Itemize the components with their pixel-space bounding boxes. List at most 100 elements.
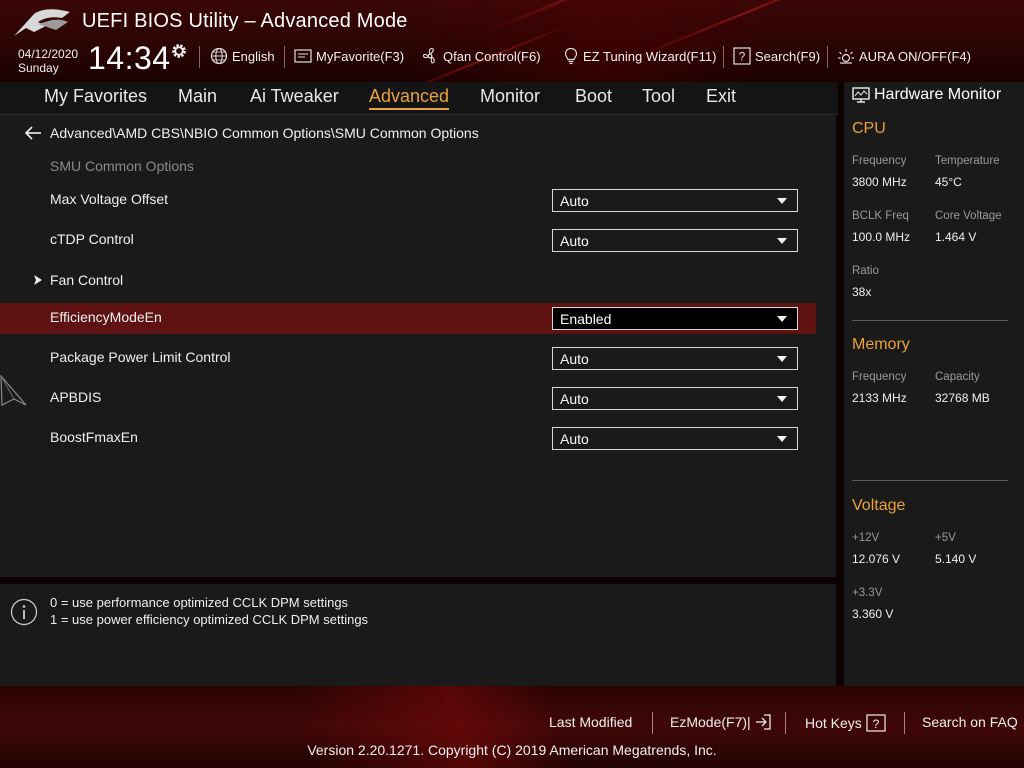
v12-label: +12V	[852, 532, 880, 544]
boostfmaxen-select[interactable]: Auto	[552, 427, 798, 450]
cpu-temperature-label: Temperature	[935, 155, 1000, 167]
search-label: Search(F9)	[755, 48, 821, 64]
help-text-line: 1 = use power efficiency optimized CCLK …	[50, 612, 369, 627]
svg-text:?: ?	[872, 717, 879, 731]
footer-divider	[904, 712, 905, 734]
bclk-value: 100.0 MHz	[852, 230, 911, 244]
package-power-limit-control-select[interactable]: Auto	[552, 347, 798, 370]
cpu-temperature-value: 45°C	[935, 175, 962, 189]
v33-value: 3.360 V	[852, 607, 894, 621]
aura-icon	[838, 49, 854, 64]
favorite-icon	[294, 49, 312, 63]
v12-value: 12.076 V	[852, 552, 901, 566]
submenu-arrow-icon	[34, 275, 42, 285]
help-text-line: 0 = use performance optimized CCLK DPM s…	[50, 595, 349, 610]
v5-value: 5.140 V	[935, 552, 977, 566]
bclk-label: BCLK Freq	[852, 210, 909, 222]
submenu-fan-control[interactable]: Fan Control	[0, 266, 816, 297]
main-navigation: My Favorites Main Ai Tweaker Advanced Mo…	[0, 82, 838, 115]
hardware-monitor-panel: Hardware Monitor CPU Frequency Temperatu…	[844, 82, 1024, 686]
day-label: Sunday	[18, 61, 59, 75]
chevron-down-icon	[777, 238, 787, 244]
back-arrow-icon[interactable]	[24, 126, 42, 140]
footer-bar: Last Modified EzMode(F7)| Hot Keys ? Sea…	[0, 686, 1024, 768]
footer-divider	[652, 712, 653, 734]
monitor-icon	[852, 87, 870, 103]
tab-advanced[interactable]: Advanced	[369, 86, 450, 110]
language-button[interactable]: English	[210, 46, 275, 66]
apbdis-select[interactable]: Auto	[552, 387, 798, 410]
setting-row-ctdp-control[interactable]: cTDP Control Auto	[0, 225, 816, 256]
tab-boot[interactable]: Boot	[575, 86, 612, 107]
header-divider	[284, 46, 285, 68]
efficiencymodeen-select[interactable]: Enabled	[552, 307, 798, 330]
svg-text:?: ?	[739, 50, 746, 64]
tab-monitor[interactable]: Monitor	[480, 86, 540, 107]
cpu-frequency-value: 3800 MHz	[852, 175, 907, 189]
ezmode-label: EzMode(F7)|	[670, 714, 751, 730]
cpu-frequency-label: Frequency	[852, 155, 907, 167]
max-voltage-offset-select[interactable]: Auto	[552, 189, 798, 212]
memory-capacity-label: Capacity	[935, 371, 980, 383]
question-box-icon: ?	[733, 47, 751, 65]
last-modified-label: Last Modified	[549, 714, 633, 730]
core-voltage-label: Core Voltage	[935, 210, 1002, 222]
setting-label: EfficiencyModeEn	[50, 309, 162, 325]
chevron-down-icon	[777, 436, 787, 442]
chevron-down-icon	[777, 356, 787, 362]
ezmode-button[interactable]: EzMode(F7)|	[670, 714, 771, 730]
memory-frequency-value: 2133 MHz	[852, 391, 907, 405]
memory-heading: Memory	[852, 336, 910, 353]
setting-label: cTDP Control	[50, 231, 134, 247]
chevron-down-icon	[777, 396, 787, 402]
header-bar: UEFI BIOS Utility – Advanced Mode 04/12/…	[0, 0, 1024, 82]
section-title: SMU Common Options	[50, 158, 194, 174]
tab-exit[interactable]: Exit	[706, 86, 736, 107]
chevron-down-icon	[777, 316, 787, 322]
header-divider	[199, 46, 200, 68]
tab-ai-tweaker[interactable]: Ai Tweaker	[250, 86, 339, 107]
settings-panel: Advanced\AMD CBS\NBIO Common Options\SMU…	[0, 115, 836, 577]
setting-label: APBDIS	[50, 389, 102, 405]
header-divider	[827, 46, 828, 68]
tab-main[interactable]: Main	[178, 86, 217, 107]
aura-toggle-label: AURA ON/OFF(F4)	[859, 48, 971, 64]
app-title: UEFI BIOS Utility – Advanced Mode	[82, 10, 408, 32]
ratio-value: 38x	[852, 285, 872, 299]
select-value: Auto	[560, 431, 589, 447]
section-divider	[852, 320, 1008, 321]
language-label: English	[232, 48, 275, 64]
tab-tool[interactable]: Tool	[642, 86, 675, 107]
aura-toggle-button[interactable]: AURA ON/OFF(F4)	[837, 46, 971, 66]
lightbulb-icon	[564, 47, 578, 65]
fan-icon	[423, 48, 435, 64]
header-divider	[723, 46, 724, 68]
search-faq-label: Search on FAQ	[922, 714, 1018, 730]
ez-tuning-wizard-button[interactable]: EZ Tuning Wizard(F11)	[563, 46, 716, 66]
core-voltage-value: 1.464 V	[935, 230, 977, 244]
search-faq-button[interactable]: Search on FAQ	[922, 714, 1018, 730]
setting-row-efficiencymodeen[interactable]: EfficiencyModeEn Enabled	[0, 303, 816, 334]
myfavorite-button[interactable]: MyFavorite(F3)	[294, 46, 404, 66]
select-value: Enabled	[560, 311, 612, 327]
last-modified-button[interactable]: Last Modified	[549, 714, 632, 730]
ctdp-control-select[interactable]: Auto	[552, 229, 798, 252]
clock: 14:34	[88, 40, 171, 76]
copyright-text: Version 2.20.1271. Copyright (C) 2019 Am…	[307, 742, 717, 758]
setting-label: Max Voltage Offset	[50, 191, 169, 207]
hot-keys-button[interactable]: Hot Keys ?	[805, 714, 886, 732]
rog-logo-icon	[14, 9, 70, 36]
settings-gear-icon[interactable]	[170, 42, 188, 60]
setting-row-boostfmaxen[interactable]: BoostFmaxEn Auto	[0, 423, 816, 454]
tab-my-favorites[interactable]: My Favorites	[44, 86, 147, 107]
v5-label: +5V	[935, 532, 956, 544]
setting-row-apbdis[interactable]: APBDIS Auto	[0, 383, 816, 414]
setting-row-max-voltage-offset[interactable]: Max Voltage Offset Auto	[0, 185, 816, 216]
voltage-heading: Voltage	[852, 497, 906, 514]
search-button[interactable]: ? Search(F9)	[733, 46, 820, 66]
ez-tuning-wizard-label: EZ Tuning Wizard(F11)	[583, 48, 717, 64]
hardware-monitor-title: Hardware Monitor	[874, 86, 1002, 103]
submenu-label: Fan Control	[50, 272, 124, 288]
qfan-control-button[interactable]: Qfan Control(F6)	[421, 46, 541, 66]
setting-row-package-power-limit-control[interactable]: Package Power Limit Control Auto	[0, 343, 816, 374]
